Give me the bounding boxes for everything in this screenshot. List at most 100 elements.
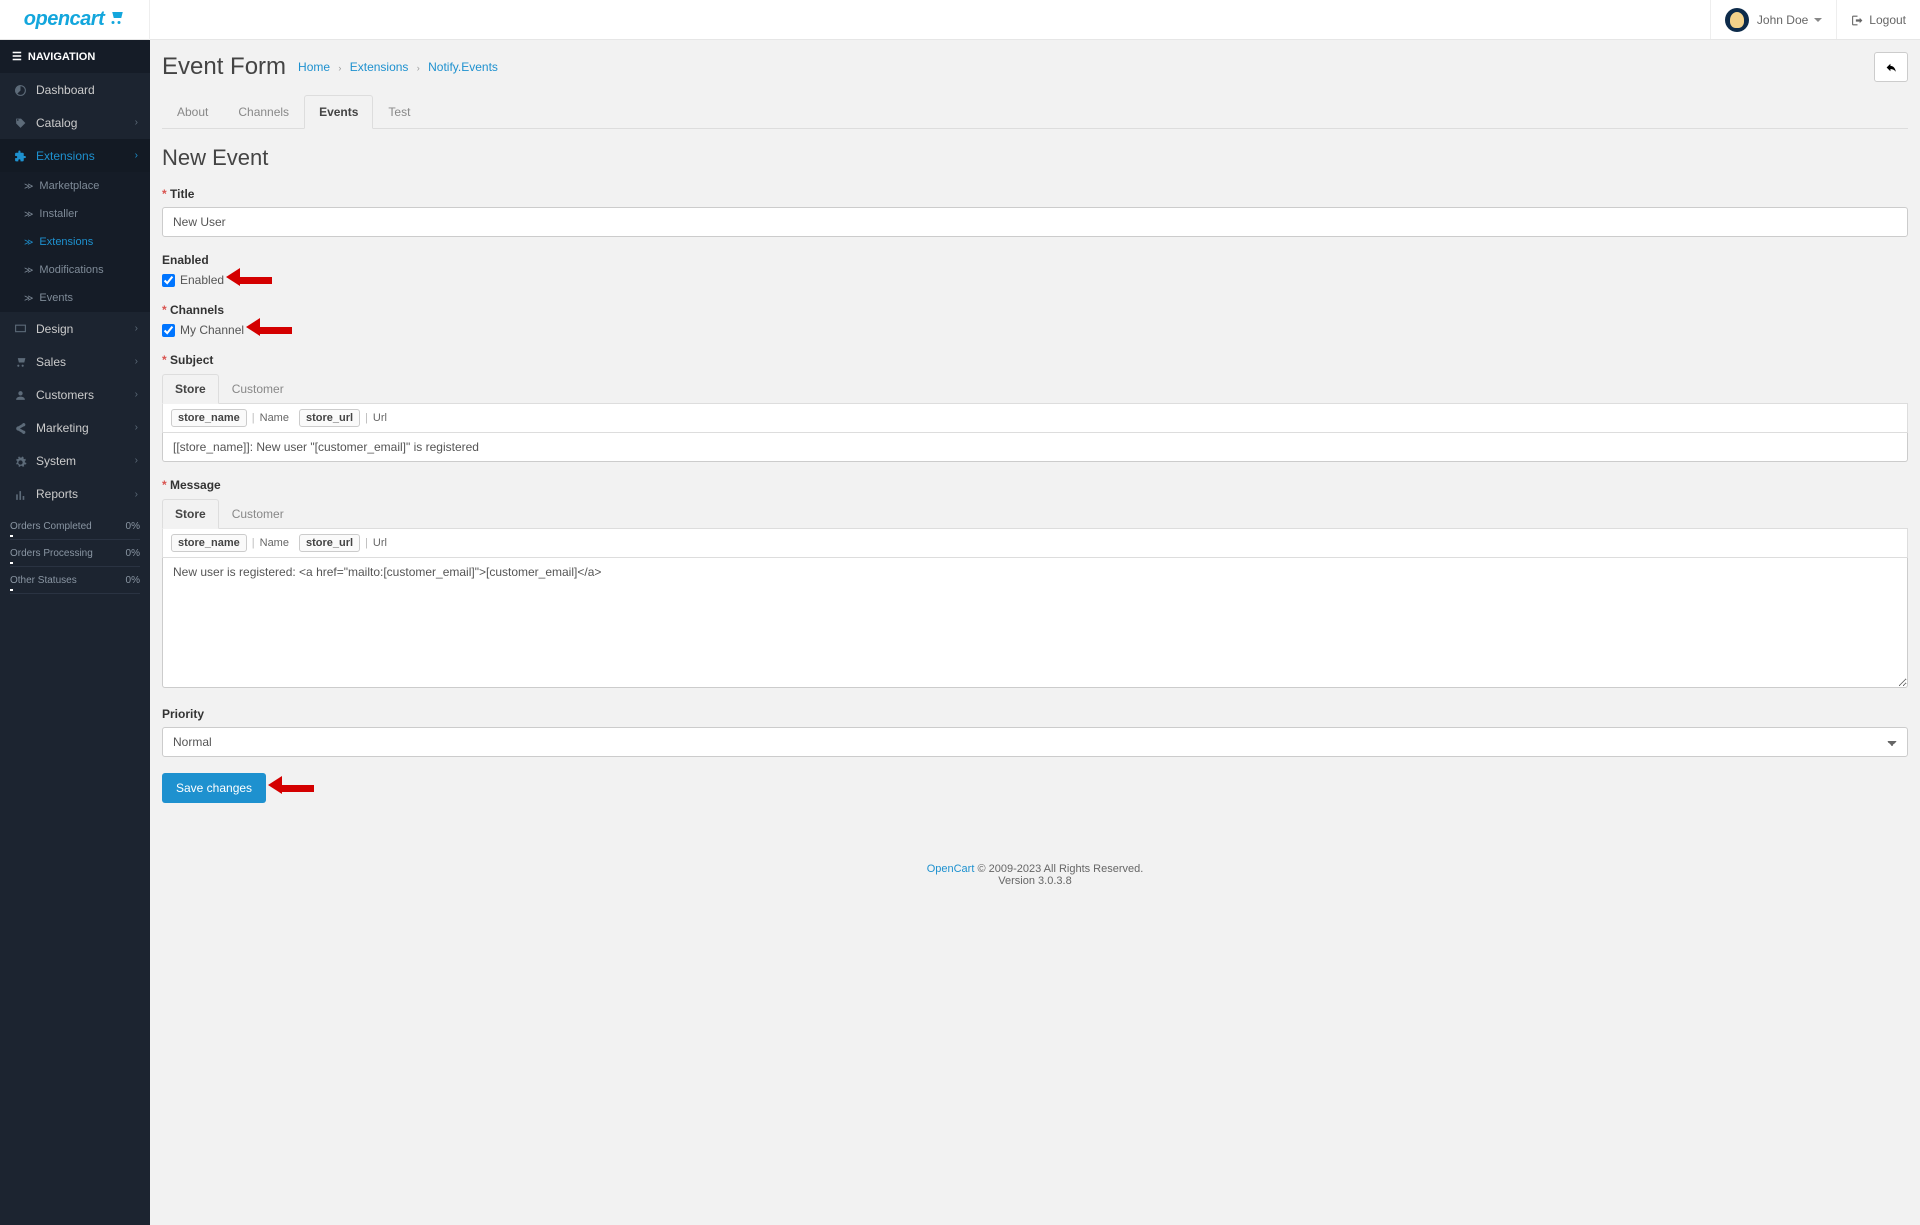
- nav-marketplace[interactable]: ≫Marketplace: [0, 172, 150, 200]
- message-textarea[interactable]: New user is registered: <a href="mailto:…: [162, 558, 1908, 688]
- logo-text: opencart: [24, 8, 104, 31]
- gear-icon: [12, 453, 28, 468]
- page-title: Event Form: [162, 53, 286, 81]
- channel-checkbox-row[interactable]: My Channel: [162, 323, 244, 337]
- message-codebar: store_name | Name store_url | Url: [162, 529, 1908, 558]
- title-input[interactable]: [162, 207, 1908, 237]
- chevron-right-icon: ›: [135, 356, 138, 367]
- nav-marketing[interactable]: Marketing ›: [0, 411, 150, 444]
- logout-button[interactable]: Logout: [1836, 0, 1920, 39]
- code-store-url-2[interactable]: store_url: [299, 534, 360, 552]
- chevron-right-icon: ›: [135, 489, 138, 500]
- message-tabs: Store Customer: [162, 498, 1908, 529]
- breadcrumb-extensions[interactable]: Extensions: [350, 60, 409, 74]
- chevron-right-icon: ›: [135, 389, 138, 400]
- code-store-name[interactable]: store_name: [171, 409, 247, 427]
- annotation-arrow-icon: [238, 273, 272, 287]
- user-name: John Doe: [1757, 13, 1808, 27]
- subject-input[interactable]: [162, 433, 1908, 462]
- priority-select[interactable]: Normal: [162, 727, 1908, 757]
- user-icon: [12, 387, 28, 402]
- tab-events[interactable]: Events: [304, 95, 373, 129]
- monitor-icon: [12, 321, 28, 336]
- chevron-right-icon: ›: [135, 117, 138, 128]
- breadcrumb-home[interactable]: Home: [298, 60, 330, 74]
- share-icon: [12, 420, 28, 435]
- form-heading: New Event: [162, 145, 1908, 171]
- chevron-right-icon: ›: [135, 323, 138, 334]
- main-tabs: About Channels Events Test: [162, 94, 1908, 129]
- nav-catalog[interactable]: Catalog ›: [0, 106, 150, 139]
- channel-checkbox[interactable]: [162, 324, 175, 337]
- subject-tabs: Store Customer: [162, 373, 1908, 404]
- hamburger-icon: ☰: [12, 50, 22, 63]
- channel-label-text: My Channel: [180, 323, 244, 337]
- user-menu[interactable]: John Doe: [1710, 0, 1836, 39]
- avatar: [1725, 8, 1749, 32]
- nav-modifications[interactable]: ≫Modifications: [0, 256, 150, 284]
- enabled-checkbox[interactable]: [162, 274, 175, 287]
- enabled-label-text: Enabled: [180, 273, 224, 287]
- sidebar: ☰ NAVIGATION Dashboard Catalog › Extensi…: [0, 40, 150, 1225]
- nav-system[interactable]: System ›: [0, 444, 150, 477]
- chevron-right-icon: ›: [135, 455, 138, 466]
- message-tab-store[interactable]: Store: [162, 499, 219, 529]
- subject-codebar: store_name | Name store_url | Url: [162, 404, 1908, 433]
- label-priority: Priority: [162, 707, 1908, 721]
- stat-orders-completed: Orders Completed0%: [10, 521, 140, 540]
- footer-copyright: © 2009-2023 All Rights Reserved.: [974, 863, 1143, 875]
- bullet-icon: ≫: [24, 209, 33, 220]
- tab-channels[interactable]: Channels: [223, 95, 304, 129]
- bullet-icon: ≫: [24, 181, 33, 192]
- label-channels: Channels: [162, 303, 1908, 317]
- message-tab-customer[interactable]: Customer: [219, 499, 297, 529]
- nav-installer[interactable]: ≫Installer: [0, 200, 150, 228]
- logo[interactable]: opencart: [0, 0, 150, 40]
- sign-out-icon: [1851, 12, 1864, 26]
- save-button[interactable]: Save changes: [162, 773, 266, 803]
- bullet-icon: ≫: [24, 237, 33, 248]
- chart-icon: [12, 487, 28, 502]
- cart-icon: [12, 354, 28, 369]
- topbar: opencart John Doe Logout: [0, 0, 1920, 40]
- annotation-arrow-icon: [280, 781, 314, 795]
- subject-tab-customer[interactable]: Customer: [219, 374, 297, 404]
- label-message: Message: [162, 478, 1908, 492]
- breadcrumb: Home › Extensions › Notify.Events: [298, 60, 498, 74]
- nav-sub-extensions[interactable]: ≫Extensions: [0, 228, 150, 256]
- label-enabled: Enabled: [162, 253, 1908, 267]
- label-title: Title: [162, 187, 1908, 201]
- chevron-down-icon: [1814, 18, 1822, 22]
- tab-test[interactable]: Test: [373, 95, 425, 129]
- nav-design[interactable]: Design ›: [0, 312, 150, 345]
- nav-dashboard[interactable]: Dashboard: [0, 73, 150, 106]
- enabled-checkbox-row[interactable]: Enabled: [162, 273, 224, 287]
- logout-label: Logout: [1869, 13, 1906, 27]
- stat-other-statuses: Other Statuses0%: [10, 575, 140, 594]
- nav-reports[interactable]: Reports ›: [0, 478, 150, 511]
- footer-link[interactable]: OpenCart: [927, 863, 975, 875]
- nav-events[interactable]: ≫Events: [0, 284, 150, 312]
- breadcrumb-current[interactable]: Notify.Events: [428, 60, 498, 74]
- code-store-url[interactable]: store_url: [299, 409, 360, 427]
- content: Event Form Home › Extensions › Notify.Ev…: [150, 40, 1920, 1225]
- label-subject: Subject: [162, 353, 1908, 367]
- annotation-arrow-icon: [258, 323, 292, 337]
- nav-extensions[interactable]: Extensions ›: [0, 139, 150, 172]
- bullet-icon: ≫: [24, 293, 33, 304]
- chevron-right-icon: ›: [135, 422, 138, 433]
- reply-icon: [1885, 61, 1898, 74]
- nav-sales[interactable]: Sales ›: [0, 345, 150, 378]
- tab-about[interactable]: About: [162, 95, 223, 129]
- sidebar-stats: Orders Completed0% Orders Processing0% O…: [0, 511, 150, 612]
- subject-tab-store[interactable]: Store: [162, 374, 219, 404]
- back-button[interactable]: [1874, 52, 1908, 82]
- nav-customers[interactable]: Customers ›: [0, 378, 150, 411]
- page-footer: OpenCart © 2009-2023 All Rights Reserved…: [162, 843, 1908, 907]
- puzzle-icon: [12, 148, 28, 163]
- cart-icon: [107, 8, 125, 26]
- bullet-icon: ≫: [24, 265, 33, 276]
- code-store-name-2[interactable]: store_name: [171, 534, 247, 552]
- nav-header: ☰ NAVIGATION: [0, 40, 150, 73]
- tag-icon: [12, 115, 28, 130]
